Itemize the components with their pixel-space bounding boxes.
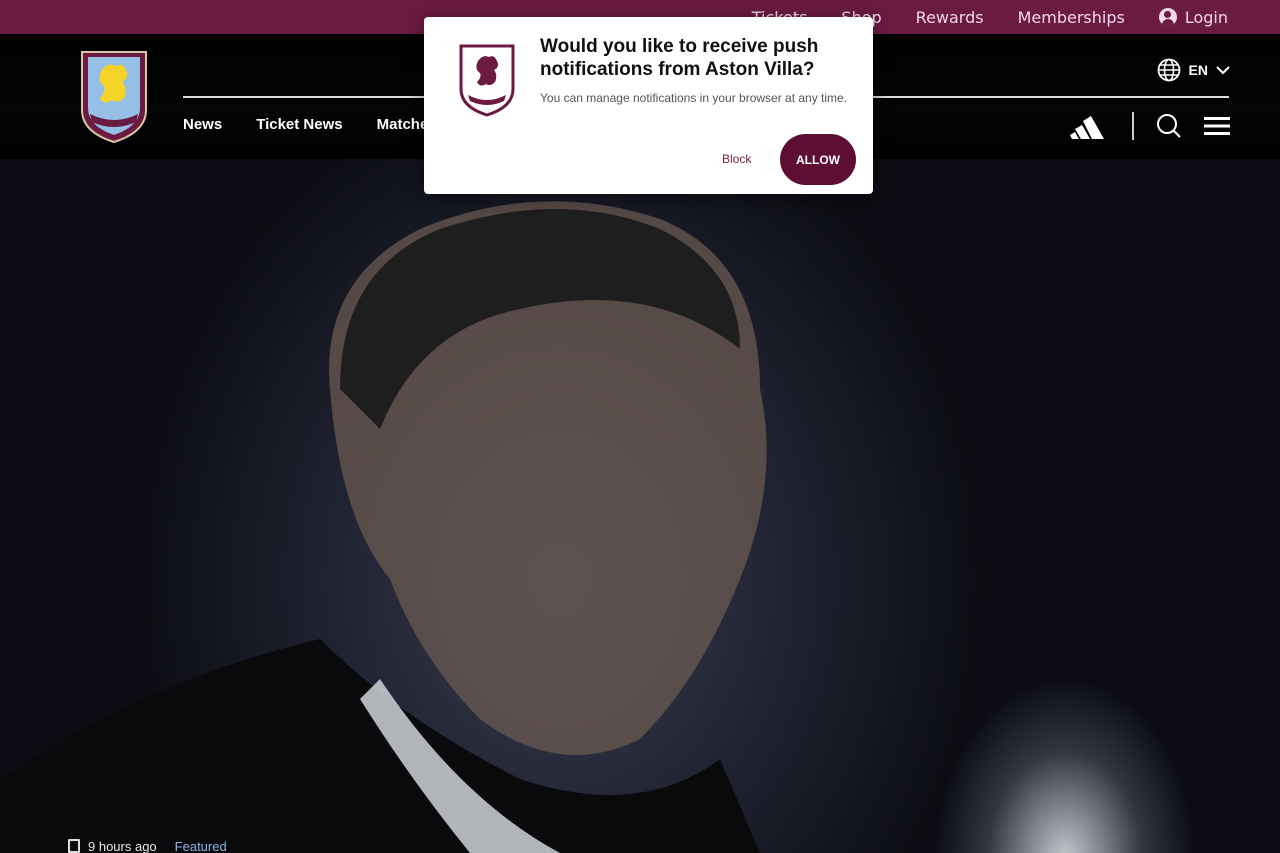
adidas-logo-icon[interactable] <box>1070 113 1110 139</box>
hamburger-menu-icon[interactable] <box>1204 116 1230 136</box>
login-label: Login <box>1184 7 1228 27</box>
hero-image[interactable]: 9 hours ago Featured <box>0 159 1280 853</box>
nav-news[interactable]: News <box>183 116 222 133</box>
allow-button[interactable]: ALLOW <box>780 134 856 185</box>
globe-icon <box>1157 58 1180 82</box>
push-dialog-title: Would you like to receive push notificat… <box>540 36 819 80</box>
language-label: EN <box>1188 62 1208 78</box>
article-category[interactable]: Featured <box>175 839 227 853</box>
rewards-link[interactable]: Rewards <box>916 8 984 27</box>
article-time: 9 hours ago <box>88 838 157 853</box>
memberships-link[interactable]: Memberships <box>1018 8 1125 27</box>
language-selector[interactable]: EN <box>1157 58 1230 82</box>
hero-photo-silhouette <box>0 201 767 853</box>
article-icon <box>68 839 80 853</box>
main-nav: News Ticket News Matches <box>183 116 437 133</box>
push-dialog-description: You can manage notifications in your bro… <box>540 91 848 105</box>
chevron-down-icon <box>1216 66 1230 75</box>
push-notification-dialog: Would you like to receive push notificat… <box>424 17 873 194</box>
club-crest-icon <box>459 44 515 117</box>
article-meta: 9 hours ago Featured <box>68 839 227 853</box>
header-tools-divider <box>1132 112 1134 140</box>
header-tools <box>1070 112 1230 140</box>
login-button[interactable]: Login <box>1158 7 1228 27</box>
nav-ticket-news[interactable]: Ticket News <box>256 116 342 133</box>
block-button[interactable]: Block <box>722 152 751 166</box>
search-icon[interactable] <box>1156 113 1182 139</box>
user-icon <box>1158 8 1177 26</box>
club-crest-logo[interactable] <box>78 48 150 144</box>
